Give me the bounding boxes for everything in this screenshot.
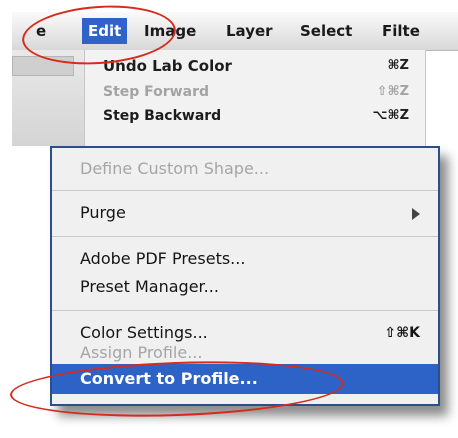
menu-item-preset-manager[interactable]: Preset Manager...: [52, 272, 438, 302]
menu-layer[interactable]: Layer: [226, 18, 273, 44]
menu-item-label: Preset Manager...: [80, 277, 219, 296]
menu-separator: [52, 310, 438, 311]
menu-item-shortcut: ⇧⌘Z: [376, 84, 409, 99]
menu-item-shortcut: ⌥⌘Z: [372, 108, 409, 123]
menu-item-adobe-pdf-presets[interactable]: Adobe PDF Presets...: [52, 244, 438, 274]
menu-item-step-forward: Step Forward ⇧⌘Z: [85, 80, 425, 104]
menu-item-label: Adobe PDF Presets...: [80, 249, 246, 268]
menu-item-purge[interactable]: Purge: [52, 198, 438, 228]
menu-item-label: Define Custom Shape...: [80, 159, 270, 178]
menu-item-shortcut: ⌘Z: [387, 58, 410, 73]
menu-select[interactable]: Select: [300, 18, 352, 44]
menu-item-label: Step Forward: [103, 84, 209, 100]
menu-item-define-custom-shape: Define Custom Shape...: [52, 154, 438, 184]
menu-separator: [52, 190, 438, 191]
submenu-arrow-icon: [412, 208, 420, 220]
background-panel: [12, 50, 84, 146]
menu-item-assign-profile: Assign Profile...: [52, 342, 438, 364]
menu-filter-partial[interactable]: Filte: [382, 18, 420, 44]
edit-menu-top: Undo Lab Color ⌘Z Step Forward ⇧⌘Z Step …: [84, 50, 426, 146]
menu-item-label: Step Backward: [103, 108, 222, 124]
menu-separator: [52, 236, 438, 237]
menu-item-step-backward[interactable]: Step Backward ⌥⌘Z: [85, 104, 425, 128]
menu-item-label: Purge: [80, 203, 126, 222]
screenshot-root: e Edit Image Layer Select Filte Undo Lab…: [0, 0, 458, 438]
menu-item-label: Assign Profile...: [80, 343, 203, 362]
